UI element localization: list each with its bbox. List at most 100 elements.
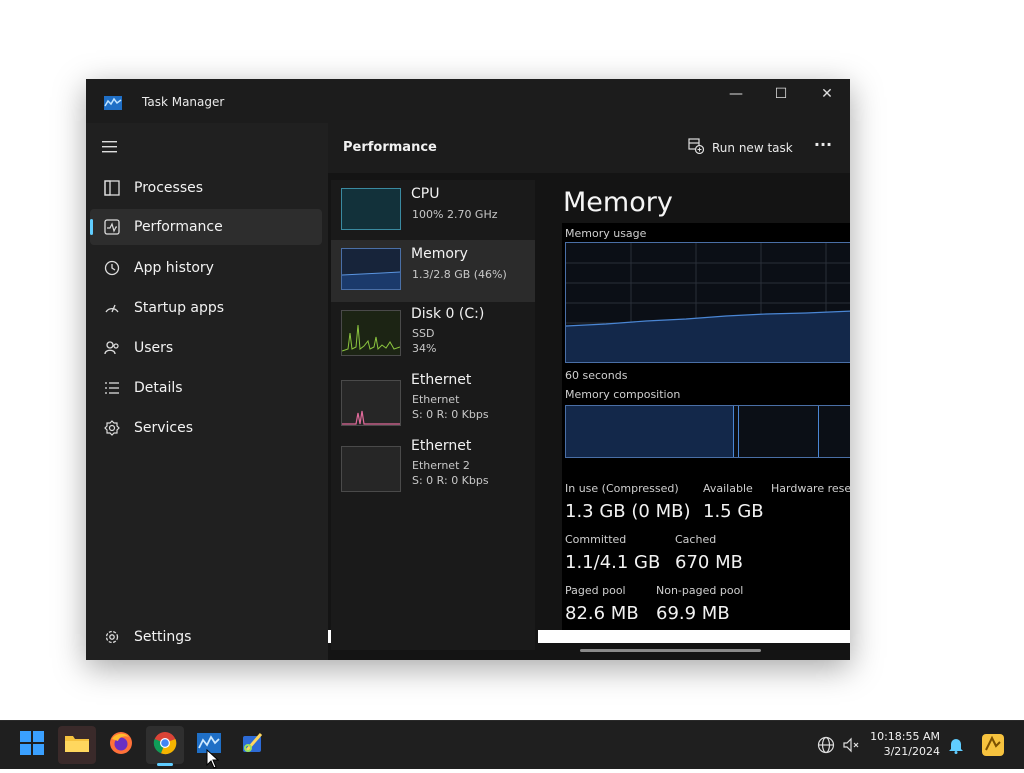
settings-label: Settings: [134, 629, 192, 645]
sidebar-item-performance[interactable]: Performance: [90, 209, 322, 245]
render-artifact: [538, 630, 850, 643]
notification-bell-icon[interactable]: [948, 736, 964, 754]
sidebar-item-users[interactable]: Users: [90, 330, 322, 366]
file-explorer-icon: [64, 732, 90, 758]
sidebar-item-label: Performance: [134, 219, 223, 235]
maximize-button[interactable]: ☐: [758, 79, 804, 109]
mouse-cursor: [206, 748, 220, 769]
page-title: Performance: [343, 140, 437, 155]
device-throughput: S: 0 R: 0 Kbps: [412, 474, 489, 487]
sidebar-item-label: Startup apps: [134, 300, 225, 316]
cpu-thumbnail: [341, 188, 401, 230]
minimize-button[interactable]: —: [713, 79, 759, 109]
sidebar-item-processes[interactable]: Processes: [90, 170, 322, 206]
device-title: Disk 0 (C:): [411, 306, 485, 322]
window-title: Task Manager: [142, 95, 225, 109]
minimize-icon: —: [729, 86, 743, 102]
memory-thumbnail: [341, 248, 401, 290]
sidebar-item-settings[interactable]: Settings: [90, 619, 322, 655]
command-bar: Performance Run new task ···: [328, 123, 850, 173]
in-use-label: In use (Compressed): [565, 482, 679, 495]
close-button[interactable]: ✕: [804, 79, 850, 109]
sidebar-item-label: App history: [134, 260, 214, 276]
device-throughput: S: 0 R: 0 Kbps: [412, 408, 489, 421]
non-paged-pool-label: Non-paged pool: [656, 584, 744, 597]
taskbar-file-explorer[interactable]: [58, 726, 96, 764]
more-options-button[interactable]: ···: [808, 135, 838, 159]
clock-time: 10:18:55 AM: [870, 730, 940, 743]
taskbar-firefox[interactable]: [102, 726, 140, 764]
memory-usage-label: Memory usage: [565, 227, 647, 240]
clock-date: 3/21/2024: [883, 745, 940, 758]
taskbar-snipping-tool[interactable]: [234, 726, 272, 764]
device-subtitle: SSD: [412, 327, 435, 340]
in-use-value: 1.3 GB (0 MB): [565, 501, 691, 522]
hamburger-menu-icon[interactable]: [102, 139, 118, 153]
snipping-tool-icon: [241, 731, 265, 759]
insider-preview-icon[interactable]: [980, 732, 1006, 758]
horizontal-scrollbar[interactable]: [580, 649, 761, 652]
paged-pool-value: 82.6 MB: [565, 603, 639, 624]
device-subtitle: Ethernet 2: [412, 459, 470, 472]
sidebar-item-startup-apps[interactable]: Startup apps: [90, 290, 322, 326]
history-icon: [102, 258, 122, 278]
device-title: CPU: [411, 186, 440, 202]
taskbar: 10:18:55 AM 3/21/2024: [0, 720, 1024, 769]
gear-icon: [102, 627, 122, 647]
device-usage: 34%: [412, 342, 437, 355]
device-item-ethernet-2[interactable]: Ethernet Ethernet 2 S: 0 R: 0 Kbps: [331, 432, 535, 498]
sidebar-item-label: Users: [134, 340, 174, 356]
composition-in-use: [566, 406, 734, 457]
memory-detail-panel: Memory Memory usage 60 seconds Memory co…: [562, 183, 850, 630]
device-item-memory[interactable]: Memory 1.3/2.8 GB (46%): [331, 240, 535, 302]
users-icon: [102, 338, 122, 358]
cached-value: 670 MB: [675, 552, 743, 573]
memory-usage-graph: [565, 242, 850, 363]
clock[interactable]: 10:18:55 AM 3/21/2024: [860, 729, 940, 759]
detail-title: Memory: [563, 187, 673, 218]
memory-composition-label: Memory composition: [565, 388, 681, 401]
details-icon: [102, 378, 122, 398]
device-item-cpu[interactable]: CPU 100% 2.70 GHz: [331, 180, 535, 242]
taskbar-chrome[interactable]: [146, 726, 184, 764]
close-icon: ✕: [821, 86, 833, 102]
sidebar-item-details[interactable]: Details: [90, 370, 322, 406]
run-new-task-label: Run new task: [712, 141, 793, 155]
device-subtitle: 1.3/2.8 GB (46%): [412, 268, 507, 281]
chrome-icon: [153, 731, 177, 759]
available-label: Available: [703, 482, 753, 495]
cached-label: Cached: [675, 533, 717, 546]
device-title: Memory: [411, 246, 468, 262]
hardware-reserved-label: Hardware reser: [771, 482, 850, 495]
run-task-icon: [688, 138, 705, 158]
task-manager-app-icon: [104, 95, 122, 110]
sidebar-item-app-history[interactable]: App history: [90, 250, 322, 286]
sidebar-item-label: Processes: [134, 180, 204, 196]
start-icon: [20, 731, 44, 759]
committed-value: 1.1/4.1 GB: [565, 552, 661, 573]
volume-muted-icon[interactable]: [842, 736, 860, 754]
render-artifact-left: [328, 630, 331, 643]
network-globe-icon[interactable]: [817, 736, 835, 754]
device-item-ethernet[interactable]: Ethernet Ethernet S: 0 R: 0 Kbps: [331, 366, 535, 432]
ethernet-thumbnail: [341, 380, 401, 426]
active-app-indicator: [157, 763, 173, 766]
firefox-icon: [109, 731, 133, 759]
paged-pool-label: Paged pool: [565, 584, 626, 597]
time-range-label: 60 seconds: [565, 369, 628, 382]
sidebar-item-label: Services: [134, 420, 194, 436]
device-subtitle: Ethernet: [412, 393, 460, 406]
title-bar[interactable]: Task Manager — ☐ ✕: [86, 79, 850, 123]
device-list: CPU 100% 2.70 GHz Memory 1.3/2.8 GB (46%…: [331, 180, 535, 650]
performance-icon: [102, 217, 122, 237]
processes-icon: [102, 178, 122, 198]
sidebar: Processes Performance App history Startu…: [86, 123, 328, 660]
sidebar-item-label: Details: [134, 380, 183, 396]
run-new-task-button[interactable]: Run new task: [688, 137, 793, 159]
device-item-disk[interactable]: Disk 0 (C:) SSD 34%: [331, 300, 535, 366]
composition-standby: [818, 406, 819, 457]
start-button[interactable]: [13, 726, 51, 764]
main-content: Performance Run new task ··· CPU 100% 2.…: [328, 123, 850, 660]
sidebar-item-services[interactable]: Services: [90, 410, 322, 446]
active-indicator: [90, 219, 93, 235]
